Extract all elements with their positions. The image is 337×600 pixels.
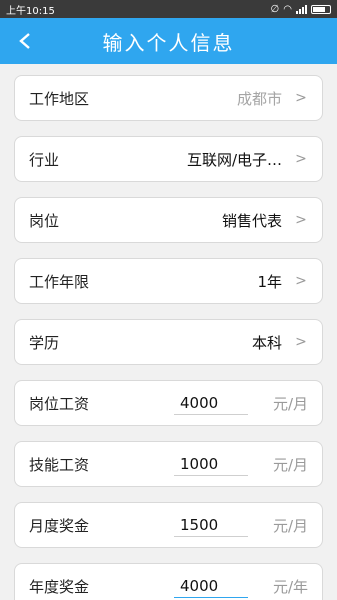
annual-bonus-label: 年度奖金 — [29, 577, 90, 596]
status-icons: ∅ ◠ — [271, 4, 331, 15]
mute-icon: ∅ — [270, 3, 280, 15]
skill-salary-unit: 元/月 — [272, 455, 308, 474]
work-area-value: 成都市 — [236, 89, 282, 108]
signal-icon — [296, 4, 307, 14]
monthly-bonus-row: 月度奖金 元/月 — [14, 502, 323, 548]
app-header: 输入个人信息 — [0, 18, 337, 64]
position-salary-row: 岗位工资 元/月 — [14, 380, 323, 426]
back-icon — [19, 33, 30, 49]
education-row[interactable]: 学历 本科 > — [14, 319, 323, 365]
monthly-bonus-input[interactable] — [174, 513, 248, 537]
annual-bonus-row: 年度奖金 元/年 — [14, 563, 323, 600]
skill-salary-label: 技能工资 — [29, 455, 90, 474]
chevron-right-icon: > — [295, 212, 307, 228]
page-title: 输入个人信息 — [102, 30, 235, 55]
position-row[interactable]: 岗位 销售代表 > — [14, 197, 323, 243]
work-area-label: 工作地区 — [29, 89, 90, 108]
education-value: 本科 — [251, 333, 282, 352]
education-label: 学历 — [29, 333, 60, 352]
monthly-bonus-wrap: 元/月 — [174, 513, 308, 537]
chevron-right-icon: > — [295, 90, 307, 106]
chevron-right-icon: > — [295, 334, 307, 350]
annual-bonus-wrap: 元/年 — [174, 574, 308, 598]
form-content: 工作地区 成都市 > 行业 互联网/电子… > 岗位 销售代表 > 工作年限 1… — [0, 64, 337, 600]
skill-salary-row: 技能工资 元/月 — [14, 441, 323, 487]
status-bar: 上午10:15 ∅ ◠ — [0, 0, 337, 18]
industry-label: 行业 — [29, 150, 60, 169]
position-label: 岗位 — [29, 211, 60, 230]
work-years-value: 1年 — [257, 272, 282, 291]
wifi-icon: ◠ — [283, 3, 292, 15]
work-area-row[interactable]: 工作地区 成都市 > — [14, 75, 323, 121]
monthly-bonus-label: 月度奖金 — [29, 516, 90, 535]
skill-salary-wrap: 元/月 — [174, 452, 308, 476]
status-time: 上午10:15 — [6, 5, 55, 17]
annual-bonus-unit: 元/年 — [272, 577, 308, 596]
position-salary-input[interactable] — [174, 391, 248, 415]
battery-icon — [311, 4, 331, 14]
annual-bonus-input[interactable] — [174, 574, 248, 598]
position-value: 销售代表 — [221, 211, 282, 230]
chevron-right-icon: > — [295, 273, 307, 289]
back-button[interactable] — [10, 24, 40, 58]
monthly-bonus-unit: 元/月 — [272, 516, 308, 535]
position-salary-wrap: 元/月 — [174, 391, 308, 415]
chevron-right-icon: > — [295, 151, 307, 167]
position-salary-label: 岗位工资 — [29, 394, 90, 413]
industry-row[interactable]: 行业 互联网/电子… > — [14, 136, 323, 182]
work-years-label: 工作年限 — [29, 272, 90, 291]
position-salary-unit: 元/月 — [272, 394, 308, 413]
skill-salary-input[interactable] — [174, 452, 248, 476]
work-years-row[interactable]: 工作年限 1年 > — [14, 258, 323, 304]
industry-value: 互联网/电子… — [186, 150, 282, 169]
